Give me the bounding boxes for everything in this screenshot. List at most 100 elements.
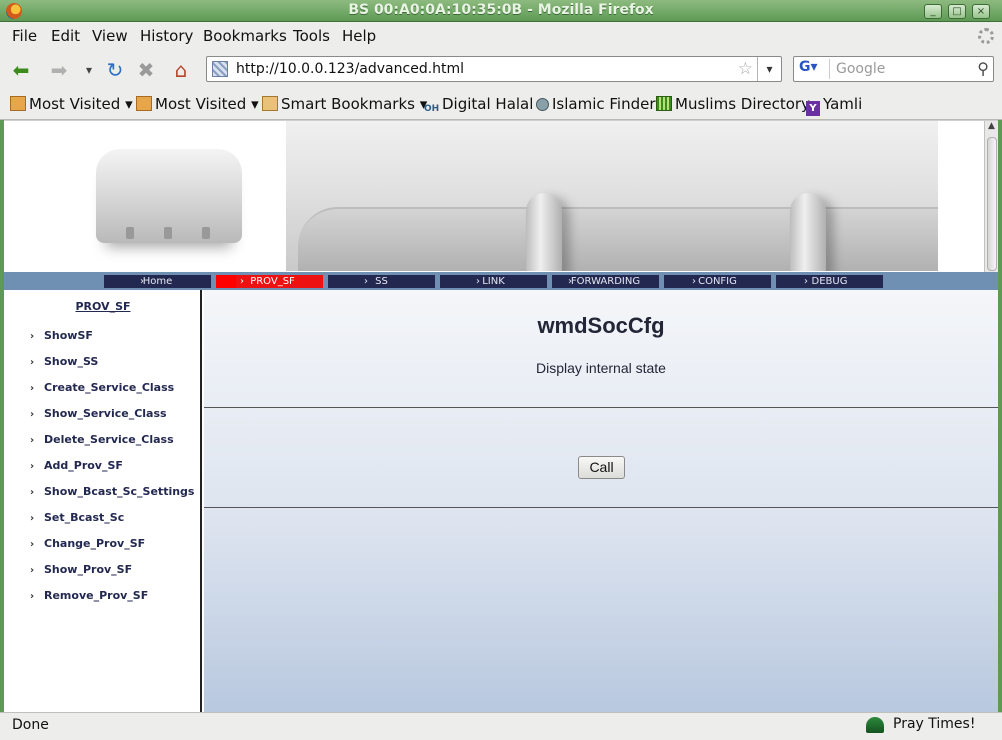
throbber-icon	[978, 28, 994, 44]
device-foot	[202, 227, 210, 239]
pray-times-addon[interactable]: Pray Times!	[893, 716, 975, 732]
bookmark-most-visited-2[interactable]: Most Visited ▾	[136, 95, 259, 113]
bookmarks-toolbar: Most Visited ▾ Most Visited ▾ Smart Book…	[0, 88, 1002, 120]
search-bar[interactable]: G▾ Google ⚲	[793, 56, 994, 82]
search-input[interactable]: Google	[836, 61, 885, 77]
sidebar-item-set-bcast-sc[interactable]: › Set_Bcast_Sc	[30, 511, 124, 524]
divider	[204, 407, 998, 408]
window-border-right	[998, 22, 1002, 740]
chevron-right-icon: ›	[804, 276, 808, 287]
chevron-right-icon: ›	[140, 276, 144, 287]
muslims-directory-icon	[656, 96, 672, 111]
chevron-right-icon: ›	[568, 276, 572, 287]
url-dropdown-icon[interactable]: ▾	[757, 57, 781, 81]
forward-icon[interactable]: ➡	[46, 57, 72, 83]
main-panel: wmdSocCfg Display internal state Call	[204, 290, 998, 712]
chevron-right-icon: ›	[692, 276, 696, 287]
sidebar-item-show-prov-sf[interactable]: › Show_Prov_SF	[30, 563, 132, 576]
page-scrollbar[interactable]: ▲ ▼	[984, 121, 998, 291]
folder-icon	[136, 96, 152, 111]
nav-config[interactable]: › CONFIG	[664, 275, 771, 288]
nav-prov-sf[interactable]: › PROV_SF	[216, 275, 323, 288]
sidebar-item-delete-service-class[interactable]: › Delete_Service_Class	[30, 433, 174, 446]
device-image	[96, 149, 242, 243]
nav-debug[interactable]: › DEBUG	[776, 275, 883, 288]
chevron-right-icon: ›	[30, 331, 35, 342]
scrollbar-thumb[interactable]	[987, 137, 997, 271]
chevron-right-icon: ›	[30, 461, 35, 472]
stop-icon[interactable]: ✖	[133, 57, 159, 83]
url-text[interactable]: http://10.0.0.123/advanced.html	[236, 61, 464, 77]
chevron-right-icon: ›	[364, 276, 368, 287]
sidebar-item-remove-prov-sf[interactable]: › Remove_Prov_SF	[30, 589, 148, 602]
sidebar-item-show-ss[interactable]: › Show_SS	[30, 355, 98, 368]
bookmark-islamic-finder[interactable]: Islamic Finder	[536, 95, 656, 113]
reload-icon[interactable]: ↻	[102, 57, 128, 83]
sidebar-item-show-bcast-sc-settings[interactable]: › Show_Bcast_Sc_Settings	[30, 485, 194, 498]
close-icon[interactable]: ×	[972, 4, 990, 19]
page-description: Display internal state	[536, 360, 666, 376]
scroll-up-icon[interactable]: ▲	[985, 121, 998, 135]
sidebar-item-change-prov-sf[interactable]: › Change_Prov_SF	[30, 537, 145, 550]
yamli-icon: Y	[806, 101, 820, 116]
mosque-icon[interactable]	[866, 717, 884, 733]
bookmark-muslims-directory[interactable]: Muslims Directory	[656, 95, 810, 113]
device-post	[790, 193, 826, 271]
folder-icon	[10, 96, 26, 111]
nav-ss[interactable]: › SS	[328, 275, 435, 288]
menu-view[interactable]: View	[92, 27, 128, 45]
top-navigation: › Home › PROV_SF › SS › LINK › FORWARDING › CO…	[4, 272, 998, 290]
search-icon[interactable]: ⚲	[977, 59, 989, 78]
sidebar: PROV_SF › ShowSF › Show_SS › Create_Service…	[4, 290, 202, 712]
device-foot	[126, 227, 134, 239]
nav-forwarding[interactable]: › FORWARDING	[552, 275, 659, 288]
chevron-right-icon: ›	[476, 276, 480, 287]
divider	[204, 507, 998, 508]
menu-file[interactable]: File	[12, 27, 37, 45]
device-shell	[298, 207, 938, 271]
chevron-right-icon: ›	[30, 487, 35, 498]
menu-bar: File Edit View History Bookmarks Tools H…	[0, 22, 1002, 50]
chevron-right-icon: ›	[30, 565, 35, 576]
menu-help[interactable]: Help	[342, 27, 376, 45]
bookmark-star-icon[interactable]: ☆	[738, 59, 753, 79]
bookmark-most-visited-1[interactable]: Most Visited ▾	[10, 95, 133, 113]
menu-history[interactable]: History	[140, 27, 193, 45]
nav-home[interactable]: › Home	[104, 275, 211, 288]
site-identity-icon[interactable]	[212, 61, 228, 77]
sidebar-item-add-prov-sf[interactable]: › Add_Prov_SF	[30, 459, 123, 472]
device-closeup-image	[286, 121, 938, 271]
maximize-icon[interactable]: □	[948, 4, 966, 19]
sidebar-item-showsf[interactable]: › ShowSF	[30, 329, 93, 342]
sidebar-item-show-service-class[interactable]: › Show_Service_Class	[30, 407, 167, 420]
chevron-right-icon: ›	[30, 383, 35, 394]
history-dropdown-icon[interactable]: ▾	[76, 57, 102, 83]
call-button[interactable]: Call	[578, 456, 625, 479]
header-banner	[4, 121, 938, 271]
url-bar[interactable]: http://10.0.0.123/advanced.html ☆ ▾	[206, 56, 782, 82]
islamic-finder-icon	[536, 98, 549, 111]
device-foot	[164, 227, 172, 239]
sidebar-heading[interactable]: PROV_SF	[4, 300, 202, 313]
chevron-right-icon: ›	[30, 539, 35, 550]
page-content: ▲ ▼ ›Home ›PROV_SF ›SS ›LINK ›FORWARDING…	[4, 121, 998, 712]
chevron-right-icon: ›	[30, 409, 35, 420]
chevron-right-icon: ›	[30, 435, 35, 446]
home-icon[interactable]: ⌂	[168, 57, 194, 83]
status-text: Done	[12, 717, 49, 733]
menu-edit[interactable]: Edit	[51, 27, 80, 45]
search-engine-icon[interactable]: G▾	[796, 59, 830, 79]
nav-link[interactable]: › LINK	[440, 275, 547, 288]
sidebar-item-create-service-class[interactable]: › Create_Service_Class	[30, 381, 174, 394]
bookmark-yamli[interactable]: Y Yamli	[806, 95, 862, 116]
digital-halal-icon: OH	[424, 104, 440, 114]
bookmark-digital-halal[interactable]: OH Digital Halal	[424, 95, 533, 119]
navigation-toolbar: ⬅ ➡ ▾ ↻ ✖ ⌂ http://10.0.0.123/advanced.h…	[0, 50, 1002, 88]
chevron-right-icon: ›	[30, 357, 35, 368]
bookmark-smart-bookmarks[interactable]: Smart Bookmarks ▾	[262, 95, 427, 113]
menu-tools[interactable]: Tools	[293, 27, 330, 45]
menu-bookmarks[interactable]: Bookmarks	[203, 27, 287, 45]
chevron-right-icon: ›	[30, 513, 35, 524]
back-icon[interactable]: ⬅	[8, 57, 34, 83]
minimize-icon[interactable]: _	[924, 4, 942, 19]
